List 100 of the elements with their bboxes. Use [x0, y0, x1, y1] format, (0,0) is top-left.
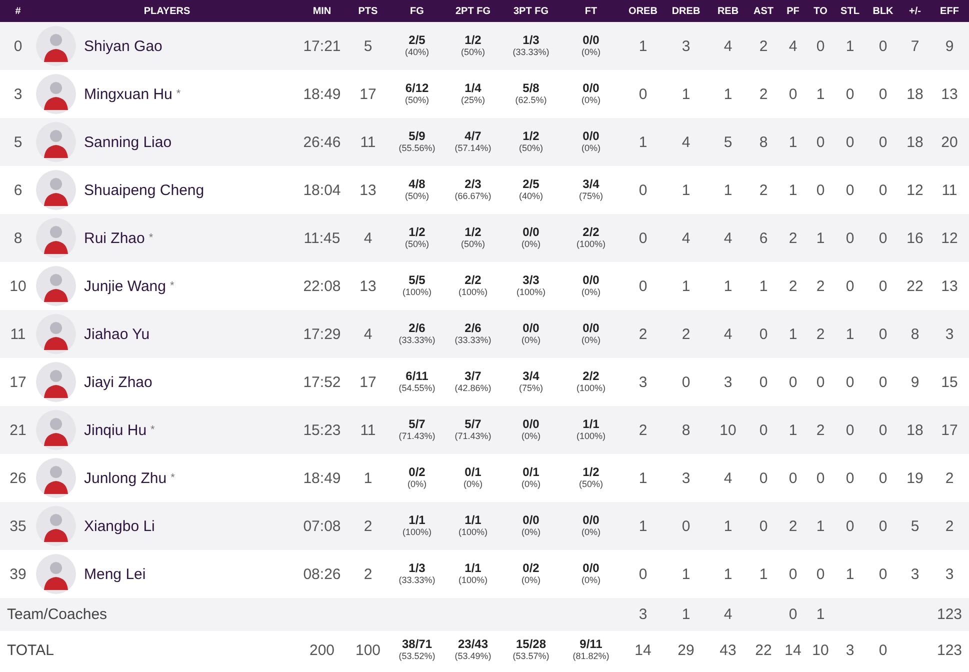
player-name[interactable]: Mingxuan Hu [84, 86, 172, 102]
jersey-number: 26 [8, 470, 28, 486]
stat-cell-text: 18 [906, 134, 924, 150]
stat-cell-text: 0 [878, 230, 888, 246]
stat-cell-text: 0 [844, 278, 856, 294]
total-label: TOTAL [6, 642, 55, 658]
column-header: REB [716, 6, 740, 16]
stat-cell-text: 1 [680, 566, 692, 582]
stat-cell-text: 3 [844, 642, 856, 658]
points-cell-text: 2 [362, 518, 374, 534]
minutes-cell-text: 200 [308, 642, 336, 658]
player-name[interactable]: Shuaipeng Cheng [84, 182, 204, 198]
stat-cell-text: 3 [638, 606, 648, 623]
jersey-number: 10 [8, 278, 28, 294]
shooting-ratio: 0/2 [522, 562, 540, 576]
column-header: AST [752, 6, 774, 16]
shooting-percentage: (54.55%) [398, 384, 436, 394]
stat-cell-text: 2 [944, 470, 955, 486]
shooting-percentage: (33.33%) [512, 48, 550, 58]
shooting-ratio: 0/0 [582, 274, 600, 288]
shooting-ratio: 3/4 [582, 178, 600, 192]
starter-mark: * [176, 88, 181, 100]
stat-cell-text: 3 [944, 566, 955, 582]
stat-cell-text: 0 [878, 86, 888, 102]
points-cell-text: 4 [362, 230, 374, 246]
shooting-percentage: (0%) [407, 480, 426, 490]
stat-cell-text: 1 [815, 230, 826, 246]
stat-cell-text: 2 [788, 278, 798, 294]
shooting-percentage: (100%) [458, 576, 488, 586]
shooting-percentage: (0%) [521, 336, 540, 346]
player-name[interactable]: Sanning Liao [84, 134, 172, 150]
stat-cell-text: 4 [680, 230, 692, 246]
stat-cell-text: 1 [844, 566, 856, 582]
player-name[interactable]: Xiangbo Li [84, 518, 155, 534]
shooting-ratio: 0/0 [582, 322, 600, 336]
shooting-ratio: 3/3 [522, 274, 540, 288]
shooting-percentage: (0%) [463, 480, 482, 490]
stat-cell-text: 4 [722, 38, 734, 54]
stat-cell-text: 13 [940, 278, 959, 294]
shooting-ratio: 1/2 [522, 130, 540, 144]
player-name[interactable]: Meng Lei [84, 566, 146, 582]
stat-cell-text: 4 [722, 606, 734, 623]
player-name[interactable]: Shiyan Gao [84, 38, 162, 54]
stat-cell-text: 1 [788, 326, 798, 342]
shooting-percentage: (25%) [460, 96, 485, 106]
column-header: PLAYERS [142, 6, 192, 16]
stat-cell-text: 11 [940, 182, 958, 198]
stat-cell-text: 0 [878, 374, 888, 390]
stat-cell-text: 17 [940, 422, 959, 438]
shooting-percentage: (0%) [581, 96, 600, 106]
shooting-ratio: 9/11 [580, 638, 602, 652]
player-name[interactable]: Junjie Wang [84, 278, 166, 294]
shooting-percentage: (40%) [518, 192, 543, 202]
shooting-percentage: (50%) [404, 240, 429, 250]
jersey-number: 11 [9, 326, 27, 342]
stat-cell-text: 1 [638, 470, 648, 486]
player-name[interactable]: Jiahao Yu [84, 326, 150, 342]
shooting-percentage: (100%) [576, 240, 606, 250]
stat-cell-text: 10 [811, 642, 830, 658]
shooting-percentage: (0%) [581, 288, 600, 298]
shooting-ratio: 4/8 [408, 178, 426, 192]
stat-cell-text: 0 [878, 566, 888, 582]
stat-cell-text: 9 [944, 38, 955, 54]
avatar-placeholder [36, 458, 76, 498]
shooting-percentage: (0%) [521, 240, 540, 250]
shooting-ratio: 0/2 [408, 466, 426, 480]
stat-cell-text: 0 [878, 182, 888, 198]
stat-cell-text: 1 [815, 606, 826, 623]
stat-cell-text: 0 [758, 326, 769, 342]
shooting-ratio: 0/0 [522, 418, 540, 432]
points-cell-text: 1 [362, 470, 374, 486]
shooting-percentage: (33.33%) [398, 336, 436, 346]
minutes-cell-text: 18:04 [302, 182, 342, 198]
starter-mark: * [148, 232, 154, 244]
shooting-percentage: (66.67%) [454, 192, 492, 202]
minutes-cell-text: 07:08 [302, 518, 342, 534]
jersey-number: 17 [8, 374, 28, 390]
stat-cell-text: 0 [638, 278, 648, 294]
player-name[interactable]: Jinqiu Hu [84, 422, 147, 438]
shooting-ratio: 2/3 [464, 178, 482, 192]
stat-cell-text: 0 [815, 566, 826, 582]
starter-mark: * [150, 424, 155, 436]
player-name[interactable]: Junlong Zhu [84, 470, 167, 486]
player-name[interactable]: Rui Zhao [84, 230, 145, 246]
shooting-percentage: (71.43%) [454, 432, 492, 442]
stat-cell-text: 15 [940, 374, 959, 390]
stat-cell-text: 2 [815, 278, 826, 294]
shooting-ratio: 3/7 [464, 370, 482, 384]
shooting-percentage: (33.33%) [398, 576, 436, 586]
minutes-cell-text: 17:21 [302, 38, 342, 54]
minutes-cell-text: 18:49 [302, 86, 342, 102]
stat-cell-text: 0 [844, 86, 856, 102]
stat-cell-text: 13 [940, 86, 959, 102]
stat-cell-text: 0 [878, 422, 888, 438]
stat-cell-text: 1 [722, 518, 734, 534]
shooting-ratio: 4/7 [464, 130, 482, 144]
player-name[interactable]: Jiayi Zhao [84, 374, 152, 390]
minutes-cell-text: 22:08 [302, 278, 342, 294]
stat-cell-text: 14 [784, 642, 802, 658]
stat-cell-text: 3 [638, 374, 648, 390]
